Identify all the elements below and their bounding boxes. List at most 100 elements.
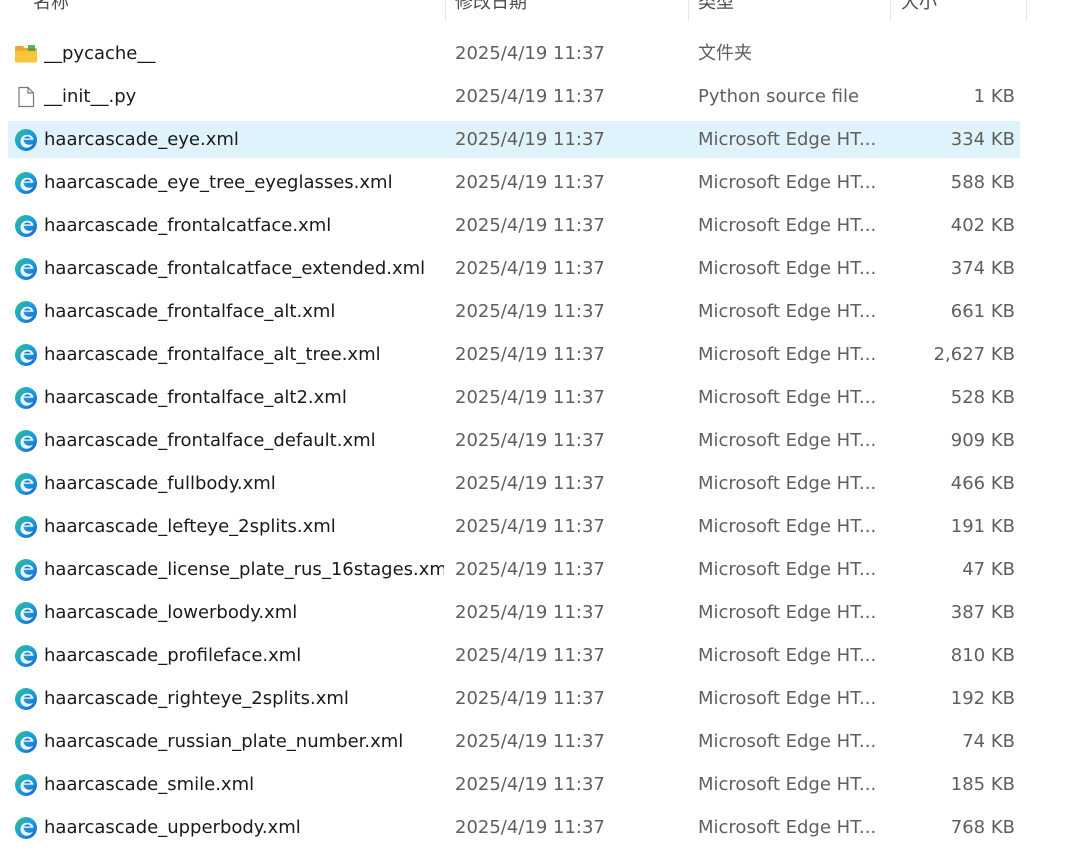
- file-size: 374 KB: [950, 258, 1015, 279]
- file-row[interactable]: haarcascade_frontalcatface_extended.xml 2…: [8, 250, 1020, 287]
- edge-icon: [14, 128, 38, 152]
- file-row[interactable]: haarcascade_frontalface_alt2.xml 2025/4/1…: [8, 379, 1020, 416]
- file-date-modified: 2025/4/19 11:37: [455, 86, 605, 107]
- edge-icon: [14, 214, 38, 238]
- file-date-modified: 2025/4/19 11:37: [455, 688, 605, 709]
- file-name: haarcascade_frontalface_alt_tree.xml: [44, 344, 381, 365]
- edge-icon: [14, 343, 38, 367]
- file-date-modified: 2025/4/19 11:37: [455, 602, 605, 623]
- file-name: haarcascade_frontalface_alt2.xml: [44, 387, 347, 408]
- file-size: 661 KB: [950, 301, 1015, 322]
- file-name: haarcascade_frontalface_default.xml: [44, 430, 376, 451]
- file-name: haarcascade_license_plate_rus_16stages.x…: [44, 559, 444, 580]
- file-date-modified: 2025/4/19 11:37: [455, 172, 605, 193]
- column-header-bar: 名称 修改日期 类型 大小: [0, 0, 1069, 26]
- file-row[interactable]: __pycache__ 2025/4/19 11:37 文件夹: [8, 35, 1020, 72]
- file-size: 334 KB: [950, 129, 1015, 150]
- file-type: Microsoft Edge HT...: [698, 258, 877, 279]
- column-divider[interactable]: [1026, 0, 1027, 20]
- file-size: 185 KB: [950, 774, 1015, 795]
- file-row[interactable]: haarcascade_righteye_2splits.xml 2025/4/1…: [8, 680, 1020, 717]
- file-date-modified: 2025/4/19 11:37: [455, 516, 605, 537]
- file-row[interactable]: haarcascade_frontalface_alt_tree.xml 2025…: [8, 336, 1020, 373]
- edge-icon: [14, 644, 38, 668]
- file-size: 191 KB: [950, 516, 1015, 537]
- edge-icon: [14, 257, 38, 281]
- column-header-type-label: 类型: [698, 0, 734, 13]
- file-size: 402 KB: [950, 215, 1015, 236]
- file-date-modified: 2025/4/19 11:37: [455, 430, 605, 451]
- edge-icon: [14, 687, 38, 711]
- column-divider[interactable]: [445, 0, 446, 20]
- file-date-modified: 2025/4/19 11:37: [455, 344, 605, 365]
- file-name: haarcascade_fullbody.xml: [44, 473, 276, 494]
- column-header-date[interactable]: 修改日期: [455, 0, 688, 20]
- edge-icon: [14, 472, 38, 496]
- file-date-modified: 2025/4/19 11:37: [455, 43, 605, 64]
- file-type: 文件夹: [698, 43, 752, 64]
- file-type: Microsoft Edge HT...: [698, 817, 877, 838]
- file-row[interactable]: haarcascade_smile.xml 2025/4/19 11:37 Micr…: [8, 766, 1020, 803]
- column-divider[interactable]: [890, 0, 891, 20]
- file-name: haarcascade_lefteye_2splits.xml: [44, 516, 336, 537]
- file-size: 74 KB: [962, 731, 1015, 752]
- file-row[interactable]: haarcascade_frontalface_alt.xml 2025/4/19…: [8, 293, 1020, 330]
- file-name: haarcascade_eye_tree_eyeglasses.xml: [44, 172, 393, 193]
- file-type: Microsoft Edge HT...: [698, 645, 877, 666]
- file-name: haarcascade_lowerbody.xml: [44, 602, 298, 623]
- column-header-type[interactable]: 类型: [698, 0, 890, 20]
- file-row[interactable]: haarcascade_eye.xml 2025/4/19 11:37 Micros…: [8, 121, 1020, 158]
- column-header-size[interactable]: 大小: [901, 0, 1026, 20]
- edge-icon: [14, 730, 38, 754]
- file-size: 192 KB: [950, 688, 1015, 709]
- file-size: 1 KB: [973, 86, 1015, 107]
- file-date-modified: 2025/4/19 11:37: [455, 258, 605, 279]
- file-type: Microsoft Edge HT...: [698, 129, 877, 150]
- edge-icon: [14, 171, 38, 195]
- edge-icon: [14, 601, 38, 625]
- file-row[interactable]: haarcascade_russian_plate_number.xml 2025…: [8, 723, 1020, 760]
- file-type: Microsoft Edge HT...: [698, 516, 877, 537]
- file-row[interactable]: haarcascade_frontalcatface.xml 2025/4/19 …: [8, 207, 1020, 244]
- file-row[interactable]: haarcascade_profileface.xml 2025/4/19 11:…: [8, 637, 1020, 674]
- file-type: Microsoft Edge HT...: [698, 387, 877, 408]
- file-row[interactable]: haarcascade_fullbody.xml 2025/4/19 11:37 M…: [8, 465, 1020, 502]
- column-divider[interactable]: [688, 0, 689, 20]
- file-size: 2,627 KB: [933, 344, 1015, 365]
- column-header-name-label: 名称: [33, 0, 69, 13]
- file-icon: [14, 85, 38, 109]
- file-type: Microsoft Edge HT...: [698, 774, 877, 795]
- file-row[interactable]: haarcascade_lefteye_2splits.xml 2025/4/19…: [8, 508, 1020, 545]
- file-type: Microsoft Edge HT...: [698, 731, 877, 752]
- file-name: __init__.py: [44, 86, 137, 107]
- file-row[interactable]: haarcascade_frontalface_default.xml 2025/…: [8, 422, 1020, 459]
- file-size: 909 KB: [950, 430, 1015, 451]
- column-header-name[interactable]: 名称: [33, 0, 445, 20]
- file-date-modified: 2025/4/19 11:37: [455, 817, 605, 838]
- file-size: 588 KB: [950, 172, 1015, 193]
- file-row[interactable]: haarcascade_upperbody.xml 2025/4/19 11:37…: [8, 809, 1020, 846]
- file-date-modified: 2025/4/19 11:37: [455, 559, 605, 580]
- file-name: __pycache__: [44, 43, 156, 64]
- file-date-modified: 2025/4/19 11:37: [455, 129, 605, 150]
- file-row[interactable]: haarcascade_license_plate_rus_16stages.x…: [8, 551, 1020, 588]
- file-name: haarcascade_profileface.xml: [44, 645, 302, 666]
- file-row[interactable]: haarcascade_eye_tree_eyeglasses.xml 2025/…: [8, 164, 1020, 201]
- file-date-modified: 2025/4/19 11:37: [455, 215, 605, 236]
- file-type: Microsoft Edge HT...: [698, 688, 877, 709]
- file-size: 387 KB: [950, 602, 1015, 623]
- file-type: Microsoft Edge HT...: [698, 301, 877, 322]
- file-size: 768 KB: [950, 817, 1015, 838]
- file-type: Python source file: [698, 86, 860, 107]
- file-type: Microsoft Edge HT...: [698, 215, 877, 236]
- edge-icon: [14, 773, 38, 797]
- edge-icon: [14, 816, 38, 840]
- file-type: Microsoft Edge HT...: [698, 473, 877, 494]
- file-name: haarcascade_russian_plate_number.xml: [44, 731, 404, 752]
- file-date-modified: 2025/4/19 11:37: [455, 731, 605, 752]
- edge-icon: [14, 429, 38, 453]
- file-row[interactable]: haarcascade_lowerbody.xml 2025/4/19 11:37…: [8, 594, 1020, 631]
- file-name: haarcascade_righteye_2splits.xml: [44, 688, 349, 709]
- file-row[interactable]: __init__.py 2025/4/19 11:37 Python source …: [8, 78, 1020, 115]
- file-size: 466 KB: [950, 473, 1015, 494]
